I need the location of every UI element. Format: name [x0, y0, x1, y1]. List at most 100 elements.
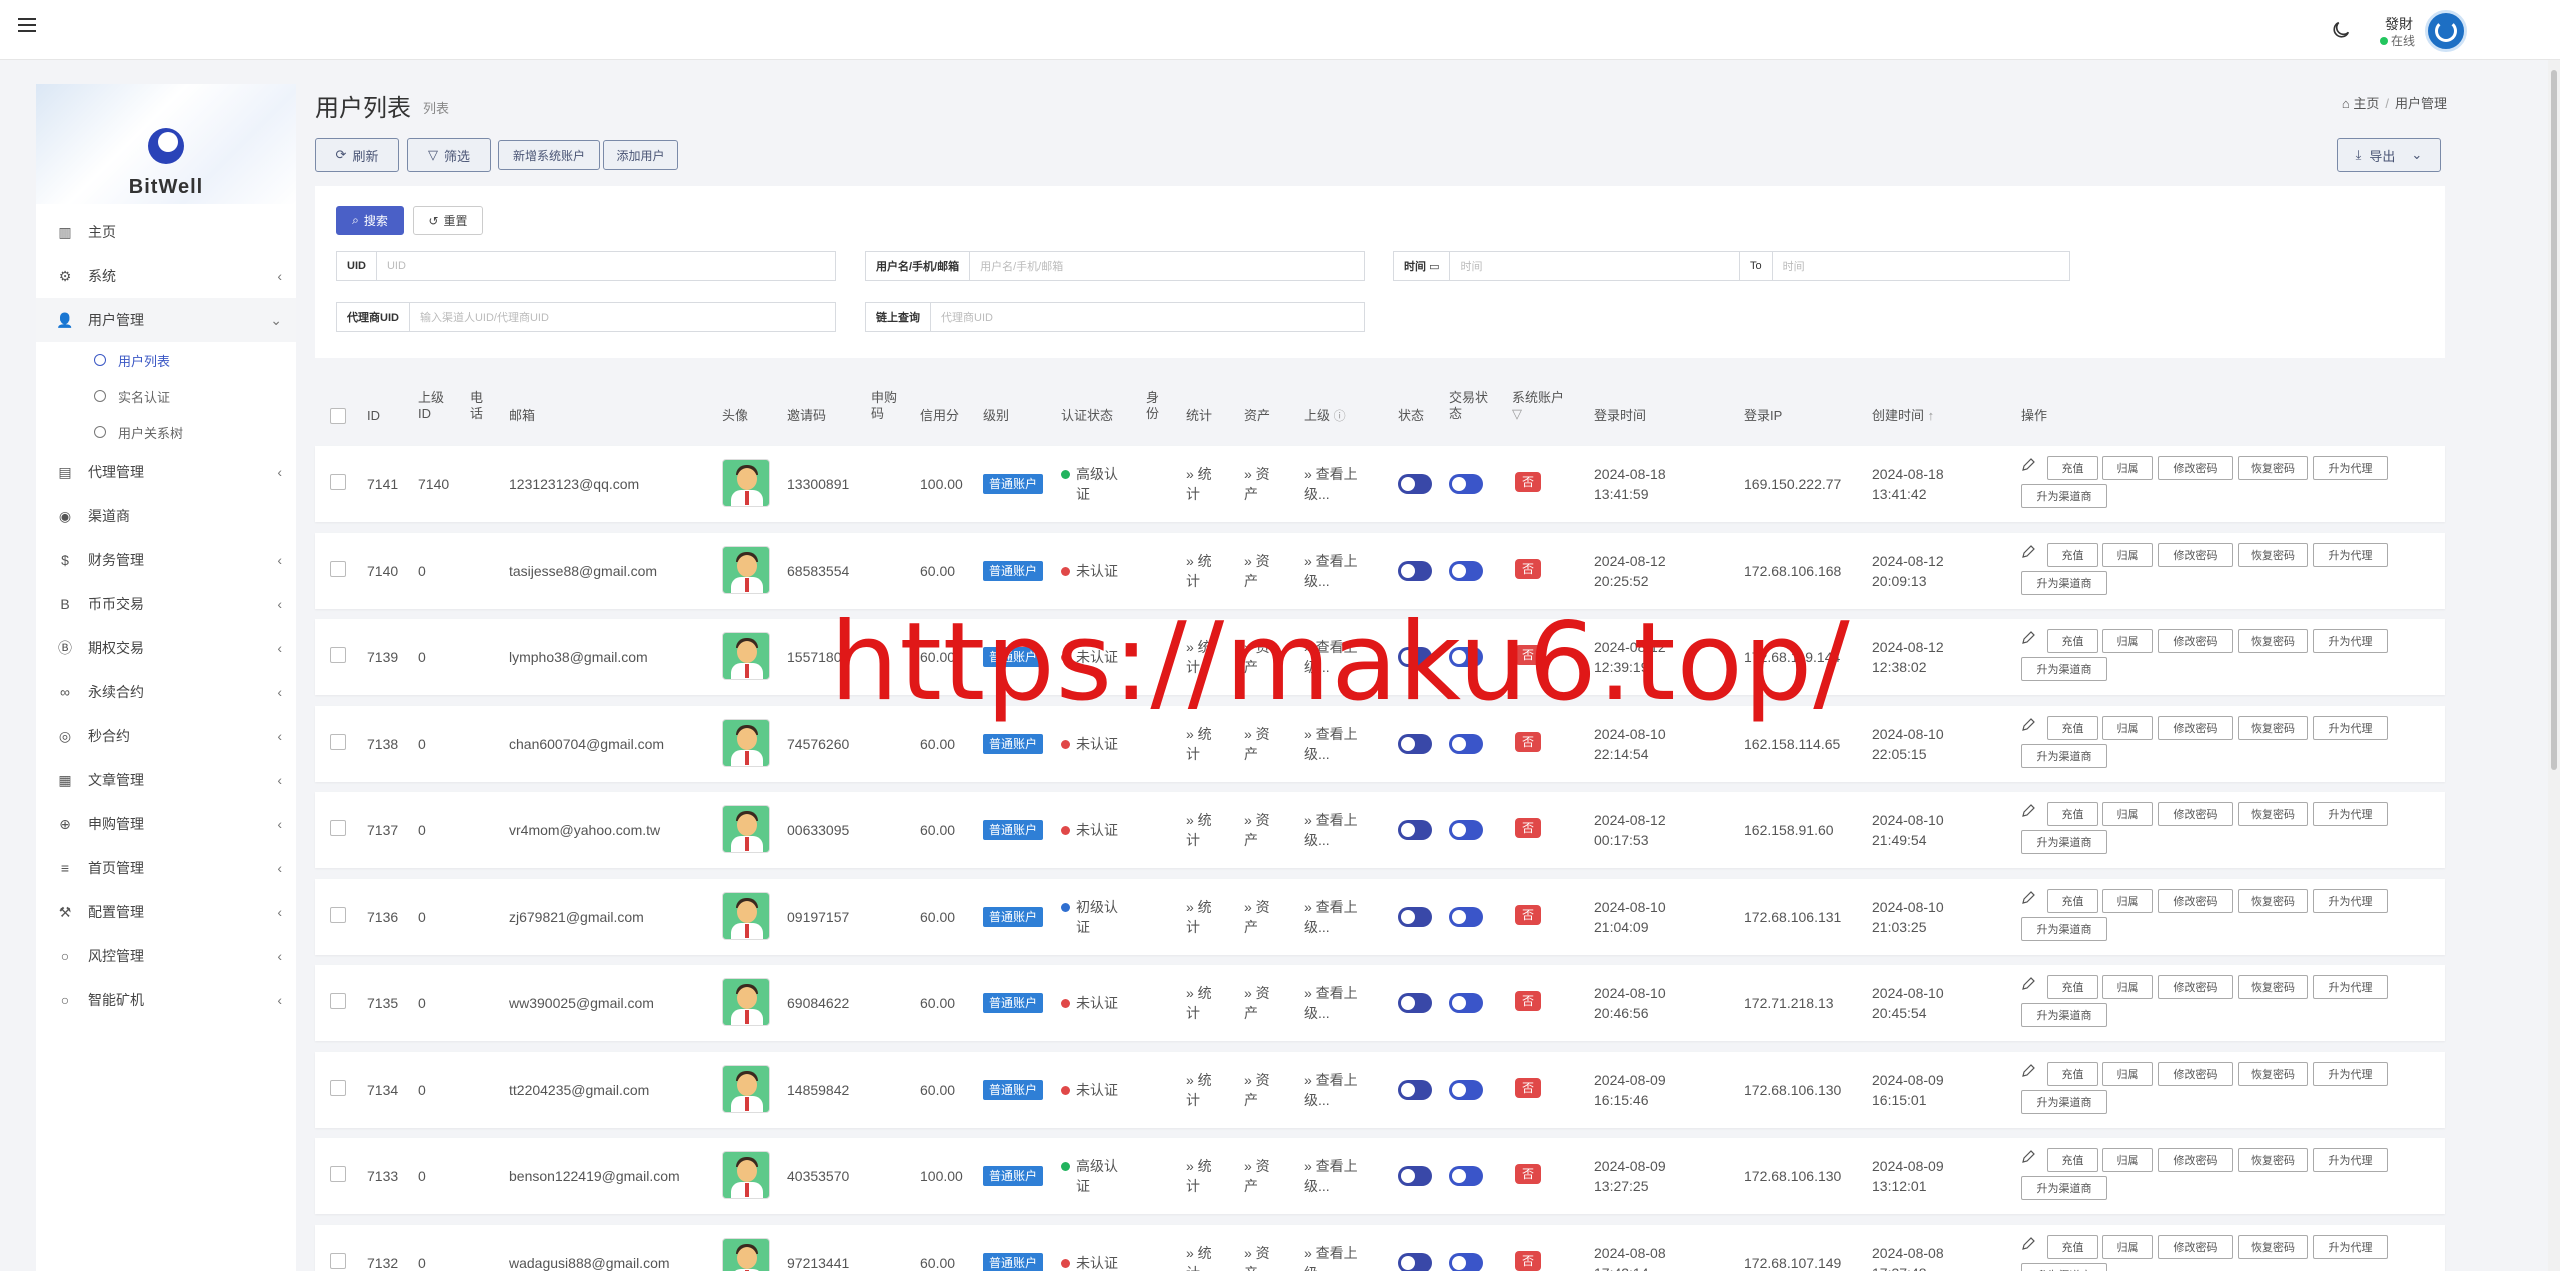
- view-superior-link[interactable]: » 查看上 级...: [1304, 1156, 1358, 1196]
- row-checkbox[interactable]: [330, 734, 346, 750]
- row-checkbox[interactable]: [330, 993, 346, 1009]
- edit-icon[interactable]: [2021, 718, 2035, 732]
- reset-password-button[interactable]: 恢复密码: [2238, 1062, 2308, 1086]
- promote-agent-button[interactable]: 升为代理: [2313, 975, 2388, 999]
- stats-link[interactable]: » 统 计: [1186, 897, 1212, 937]
- status-toggle[interactable]: [1398, 820, 1432, 840]
- attribution-button[interactable]: 归属: [2102, 1062, 2153, 1086]
- status-toggle[interactable]: [1398, 734, 1432, 754]
- promote-agent-button[interactable]: 升为代理: [2313, 543, 2388, 567]
- sidebar-item-0[interactable]: ▥ 主页: [36, 210, 296, 254]
- edit-icon[interactable]: [2021, 458, 2035, 472]
- recharge-button[interactable]: 充值: [2047, 629, 2098, 653]
- sidebar-subitem-0[interactable]: 用户列表: [36, 342, 296, 378]
- scrollbar-thumb[interactable]: [2551, 70, 2557, 770]
- sidebar-item-13[interactable]: ⚒ 配置管理 ‹: [36, 890, 296, 934]
- view-superior-link[interactable]: » 查看上 级...: [1304, 724, 1358, 764]
- reset-password-button[interactable]: 恢复密码: [2238, 1235, 2308, 1259]
- col-identity[interactable]: 身 份: [1146, 390, 1159, 422]
- change-password-button[interactable]: 修改密码: [2158, 1235, 2233, 1259]
- chain-query-field[interactable]: 链上查询 代理商UID: [865, 302, 1365, 332]
- reset-password-button[interactable]: 恢复密码: [2238, 802, 2308, 826]
- col-phone[interactable]: 电 话: [470, 390, 483, 422]
- row-checkbox[interactable]: [330, 907, 346, 923]
- promote-agent-button[interactable]: 升为代理: [2313, 889, 2388, 913]
- change-password-button[interactable]: 修改密码: [2158, 1148, 2233, 1172]
- trade-status-toggle[interactable]: [1449, 1166, 1483, 1186]
- attribution-button[interactable]: 归属: [2102, 716, 2153, 740]
- add-user-button[interactable]: 添加用户: [603, 140, 678, 170]
- view-superior-link[interactable]: » 查看上 级...: [1304, 551, 1358, 591]
- stats-link[interactable]: » 统 计: [1186, 551, 1212, 591]
- time-to-field[interactable]: To 时间: [1740, 251, 2070, 281]
- filter-button[interactable]: ▽ 筛选: [407, 138, 491, 172]
- view-superior-link[interactable]: » 查看上 级...: [1304, 1070, 1358, 1110]
- stats-link[interactable]: » 统 计: [1186, 810, 1212, 850]
- change-password-button[interactable]: 修改密码: [2158, 716, 2233, 740]
- status-toggle[interactable]: [1398, 1166, 1432, 1186]
- moon-icon[interactable]: [2330, 19, 2352, 41]
- col-auth-status[interactable]: 认证状态: [1061, 408, 1113, 424]
- reset-password-button[interactable]: 恢复密码: [2238, 716, 2308, 740]
- assets-link[interactable]: » 资 产: [1244, 810, 1270, 850]
- promote-channel-button[interactable]: 升为渠道商: [2021, 1176, 2107, 1200]
- promote-channel-button[interactable]: 升为渠道商: [2021, 571, 2107, 595]
- status-toggle[interactable]: [1398, 993, 1432, 1013]
- promote-agent-button[interactable]: 升为代理: [2313, 629, 2388, 653]
- recharge-button[interactable]: 充值: [2047, 1062, 2098, 1086]
- assets-link[interactable]: » 资 产: [1244, 1243, 1270, 1271]
- change-password-button[interactable]: 修改密码: [2158, 543, 2233, 567]
- view-superior-link[interactable]: » 查看上 级...: [1304, 1243, 1358, 1271]
- recharge-button[interactable]: 充值: [2047, 716, 2098, 740]
- trade-status-toggle[interactable]: [1449, 561, 1483, 581]
- col-system-account[interactable]: 系统账户 ▽: [1512, 390, 1564, 422]
- sidebar-item-4[interactable]: ◉ 渠道商: [36, 494, 296, 538]
- recharge-button[interactable]: 充值: [2047, 1235, 2098, 1259]
- trade-status-toggle[interactable]: [1449, 474, 1483, 494]
- promote-agent-button[interactable]: 升为代理: [2313, 1235, 2388, 1259]
- sidebar-item-11[interactable]: ⊕ 申购管理 ‹: [36, 802, 296, 846]
- sidebar-item-9[interactable]: ◎ 秒合约 ‹: [36, 714, 296, 758]
- promote-channel-button[interactable]: 升为渠道商: [2021, 1090, 2107, 1114]
- sidebar-item-8[interactable]: ∞ 永续合约 ‹: [36, 670, 296, 714]
- sidebar-item-5[interactable]: $ 财务管理 ‹: [36, 538, 296, 582]
- change-password-button[interactable]: 修改密码: [2158, 889, 2233, 913]
- col-email[interactable]: 邮箱: [509, 408, 535, 424]
- promote-channel-button[interactable]: 升为渠道商: [2021, 1263, 2107, 1271]
- user-name[interactable]: 發財: [2385, 14, 2413, 34]
- recharge-button[interactable]: 充值: [2047, 1148, 2098, 1172]
- reset-password-button[interactable]: 恢复密码: [2238, 975, 2308, 999]
- attribution-button[interactable]: 归属: [2102, 975, 2153, 999]
- assets-link[interactable]: » 资 产: [1244, 551, 1270, 591]
- sidebar-item-1[interactable]: ⚙ 系统 ‹: [36, 254, 296, 298]
- reset-password-button[interactable]: 恢复密码: [2238, 543, 2308, 567]
- row-checkbox[interactable]: [330, 1253, 346, 1269]
- recharge-button[interactable]: 充值: [2047, 456, 2098, 480]
- stats-link[interactable]: » 统 计: [1186, 983, 1212, 1023]
- stats-link[interactable]: » 统 计: [1186, 724, 1212, 764]
- reset-password-button[interactable]: 恢复密码: [2238, 1148, 2308, 1172]
- sidebar-subitem-1[interactable]: 实名认证: [36, 378, 296, 414]
- sidebar-item-7[interactable]: Ⓑ 期权交易 ‹: [36, 626, 296, 670]
- reset-password-button[interactable]: 恢复密码: [2238, 456, 2308, 480]
- change-password-button[interactable]: 修改密码: [2158, 1062, 2233, 1086]
- promote-agent-button[interactable]: 升为代理: [2313, 716, 2388, 740]
- recharge-button[interactable]: 充值: [2047, 975, 2098, 999]
- edit-icon[interactable]: [2021, 545, 2035, 559]
- recharge-button[interactable]: 充值: [2047, 802, 2098, 826]
- recharge-button[interactable]: 充值: [2047, 543, 2098, 567]
- reset-password-button[interactable]: 恢复密码: [2238, 889, 2308, 913]
- trade-status-toggle[interactable]: [1449, 993, 1483, 1013]
- trade-status-toggle[interactable]: [1449, 734, 1483, 754]
- col-login-ip[interactable]: 登录IP: [1744, 408, 1782, 424]
- col-status[interactable]: 状态: [1398, 408, 1424, 424]
- edit-icon[interactable]: [2021, 891, 2035, 905]
- edit-icon[interactable]: [2021, 804, 2035, 818]
- assets-link[interactable]: » 资 产: [1244, 724, 1270, 764]
- stats-link[interactable]: » 统 计: [1186, 464, 1212, 504]
- view-superior-link[interactable]: » 查看上 级...: [1304, 464, 1358, 504]
- assets-link[interactable]: » 资 产: [1244, 1156, 1270, 1196]
- uid-field[interactable]: UID UID: [336, 251, 836, 281]
- trade-status-toggle[interactable]: [1449, 1080, 1483, 1100]
- edit-icon[interactable]: [2021, 1237, 2035, 1251]
